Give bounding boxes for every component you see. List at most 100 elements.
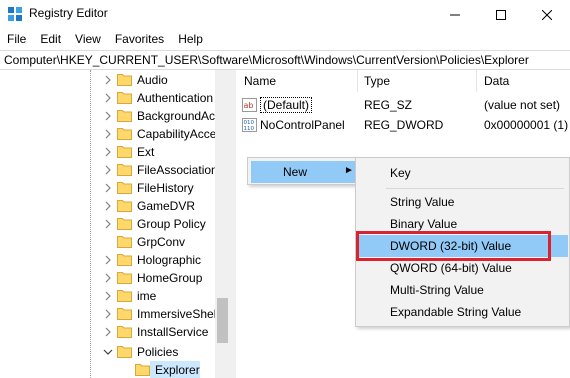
folder-icon <box>117 128 132 140</box>
menu-item-expandable-string-value[interactable]: Expandable String Value <box>359 301 568 323</box>
tree-item-filehistory[interactable]: FileHistory <box>0 179 230 197</box>
chevron-right-icon[interactable] <box>103 146 113 158</box>
folder-icon <box>117 254 132 266</box>
tree-item-immersiveshell[interactable]: ImmersiveShell <box>0 305 230 323</box>
value-name: NoControlPanel <box>260 118 345 132</box>
tree-item-label: BackgroundAccessApplications <box>137 109 215 123</box>
svg-text:110: 110 <box>244 126 255 132</box>
tree-item-label: InstallService <box>137 325 209 339</box>
value-row-default[interactable]: ab (Default) REG_SZ (value not set) <box>236 96 570 115</box>
folder-icon <box>117 200 132 212</box>
folder-icon <box>117 110 132 122</box>
chevron-right-icon[interactable] <box>103 164 113 176</box>
folder-icon <box>117 164 132 176</box>
chevron-right-icon[interactable] <box>103 326 113 338</box>
menu-item-multi-string-value[interactable]: Multi-String Value <box>359 279 568 301</box>
address-bar[interactable]: Computer\HKEY_CURRENT_USER\Software\Micr… <box>0 50 570 70</box>
tree-item-capabilityaccess[interactable]: CapabilityAccessManager <box>0 125 230 143</box>
string-value-icon: ab <box>242 98 257 112</box>
tree-item-label: Policies <box>137 345 179 359</box>
menu-item-label: QWORD (64-bit) Value <box>390 261 512 275</box>
menu-view[interactable]: View <box>68 29 108 49</box>
tree-item-explorer[interactable]: Explorer <box>0 361 230 378</box>
tree-item-grpconv[interactable]: GrpConv <box>0 233 230 251</box>
key-tree: Audio Authentication BackgroundAccessApp… <box>0 70 230 378</box>
menu-item-string-value[interactable]: String Value <box>359 191 568 213</box>
value-data: (value not set) <box>484 98 561 112</box>
registry-editor-icon <box>8 7 22 21</box>
close-icon <box>542 9 552 20</box>
tree-item-holographic[interactable]: Holographic <box>0 251 230 269</box>
menu-favorites[interactable]: Favorites <box>108 29 171 49</box>
folder-icon <box>117 326 132 338</box>
menu-edit[interactable]: Edit <box>33 29 68 49</box>
chevron-right-icon[interactable] <box>103 254 113 266</box>
tree-item-audio[interactable]: Audio <box>0 71 230 89</box>
scrollbar-thumb[interactable] <box>217 298 228 343</box>
value-type: REG_DWORD <box>364 118 444 132</box>
menu-separator <box>386 188 564 189</box>
menu-file[interactable]: File <box>0 29 33 49</box>
tree-item-backgroundaccess[interactable]: BackgroundAccessApplications <box>0 107 230 125</box>
chevron-right-icon[interactable] <box>103 128 113 140</box>
chevron-right-icon[interactable] <box>103 92 113 104</box>
tree-item-ext[interactable]: Ext <box>0 143 230 161</box>
tree-item-group-policy[interactable]: Group Policy <box>0 215 230 233</box>
column-data[interactable]: Data <box>484 74 509 88</box>
close-button[interactable] <box>524 0 570 29</box>
value-data: 0x00000001 (1) <box>484 118 569 132</box>
value-type: REG_SZ <box>364 98 413 112</box>
tree-item-label: Audio <box>137 73 168 87</box>
maximize-button[interactable] <box>478 0 524 29</box>
value-row-nocontrolpanel[interactable]: 010 110 NoControlPanel REG_DWORD 0x00000… <box>236 116 570 135</box>
tree-item-policies[interactable]: Policies <box>0 343 230 361</box>
chevron-right-icon[interactable] <box>103 290 113 302</box>
list-header: Name Type Data <box>236 70 570 92</box>
menu-item-new[interactable]: New ► <box>251 161 355 183</box>
tree-item-gamedvr[interactable]: GameDVR <box>0 197 230 215</box>
menu-item-label: Expandable String Value <box>390 305 522 319</box>
menu-item-label: Binary Value <box>390 217 458 231</box>
minimize-button[interactable] <box>432 0 478 29</box>
folder-icon <box>117 290 132 302</box>
title-bar: Registry Editor <box>0 0 570 29</box>
tree-item-ime[interactable]: ime <box>0 287 230 305</box>
chevron-right-icon[interactable] <box>103 308 113 320</box>
menu-item-label: Multi-String Value <box>390 283 484 297</box>
tree-item-label: CapabilityAccessManager <box>137 127 215 141</box>
context-menu: New ► <box>247 157 359 185</box>
chevron-right-icon[interactable] <box>103 218 113 230</box>
binary-value-icon: 010 110 <box>242 118 257 132</box>
menu-item-key[interactable]: Key <box>359 162 568 184</box>
folder-open-icon <box>117 346 132 358</box>
column-type[interactable]: Type <box>364 74 390 88</box>
annotation-highlight-box <box>356 231 551 261</box>
column-divider[interactable] <box>476 70 477 92</box>
column-divider[interactable] <box>357 70 358 92</box>
column-name[interactable]: Name <box>244 74 276 88</box>
chevron-right-icon[interactable] <box>103 74 113 86</box>
tree-item-label: FileHistory <box>137 181 194 195</box>
tree-scrollbar[interactable] <box>215 70 230 378</box>
minimize-icon <box>450 14 460 15</box>
chevron-down-icon[interactable] <box>103 346 113 358</box>
tree-item-label: Group Policy <box>137 217 206 231</box>
tree-item-homegroup[interactable]: HomeGroup <box>0 269 230 287</box>
tree-item-fileassociations[interactable]: FileAssociations <box>0 161 230 179</box>
folder-icon <box>117 182 132 194</box>
menu-bar: File Edit View Favorites Help <box>0 29 570 49</box>
tree-item-label: ImmersiveShell <box>137 307 215 321</box>
tree-item-authentication[interactable]: Authentication <box>0 89 230 107</box>
chevron-right-icon[interactable] <box>103 110 113 122</box>
value-name: (Default) <box>260 97 313 113</box>
tree-item-label: GameDVR <box>137 199 196 213</box>
chevron-right-icon[interactable] <box>103 182 113 194</box>
tree-item-label: GrpConv <box>137 235 186 249</box>
svg-text:ab: ab <box>244 101 254 110</box>
chevron-right-icon[interactable] <box>103 272 113 284</box>
folder-icon <box>117 308 132 320</box>
menu-help[interactable]: Help <box>171 29 210 49</box>
chevron-right-icon[interactable] <box>103 200 113 212</box>
menu-item-label: New <box>283 165 308 179</box>
tree-item-installservice[interactable]: InstallService <box>0 323 230 341</box>
